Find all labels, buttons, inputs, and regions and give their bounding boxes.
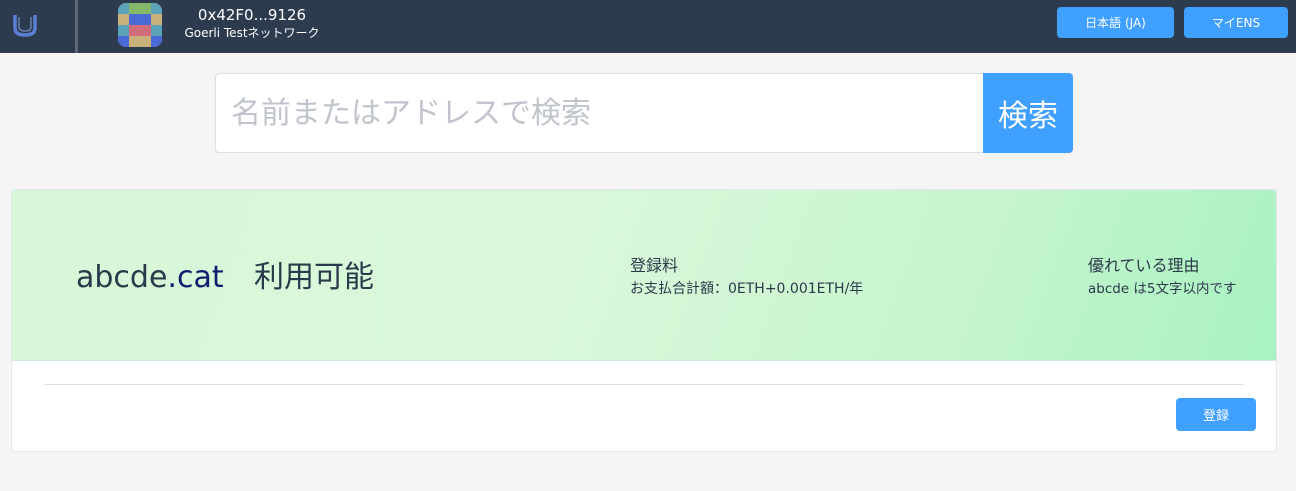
account-avatar[interactable]: [118, 3, 162, 47]
domain-name: abcde.cat: [76, 258, 224, 298]
domain-tld: .cat: [167, 260, 224, 295]
search-button[interactable]: 検索: [983, 73, 1073, 153]
domain-label: abcde: [76, 260, 168, 295]
result-banner: abcde.cat 利用可能 登録料 お支払合計額：0ETH+0.001ETH/…: [12, 190, 1276, 361]
language-button[interactable]: 日本語 (JA): [1057, 7, 1174, 38]
availability-status: 利用可能: [254, 260, 374, 295]
reason-title: 優れている理由: [1088, 256, 1200, 275]
fee-detail: お支払合計額：0ETH+0.001ETH/年: [630, 281, 864, 297]
search-box: [215, 73, 984, 153]
search-input[interactable]: [216, 74, 984, 152]
my-ens-button[interactable]: マイENS: [1184, 7, 1288, 38]
register-button[interactable]: 登録: [1176, 398, 1256, 431]
card-divider: [44, 384, 1244, 385]
navbar-divider: [75, 0, 78, 53]
fee-title: 登録料: [630, 256, 679, 275]
result-card: abcde.cat 利用可能 登録料 お支払合計額：0ETH+0.001ETH/…: [11, 189, 1277, 452]
reason-detail: abcde は5文字以内です: [1088, 281, 1237, 297]
account-info[interactable]: 0x42F0...9126 Goerli Testネットワーク: [172, 5, 332, 41]
app-logo-icon[interactable]: [8, 10, 42, 40]
account-address: 0x42F0...9126: [197, 6, 307, 24]
network-name: Goerli Testネットワーク: [184, 26, 320, 40]
top-navbar: 0x42F0...9126 Goerli Testネットワーク 日本語 (JA)…: [0, 0, 1296, 53]
